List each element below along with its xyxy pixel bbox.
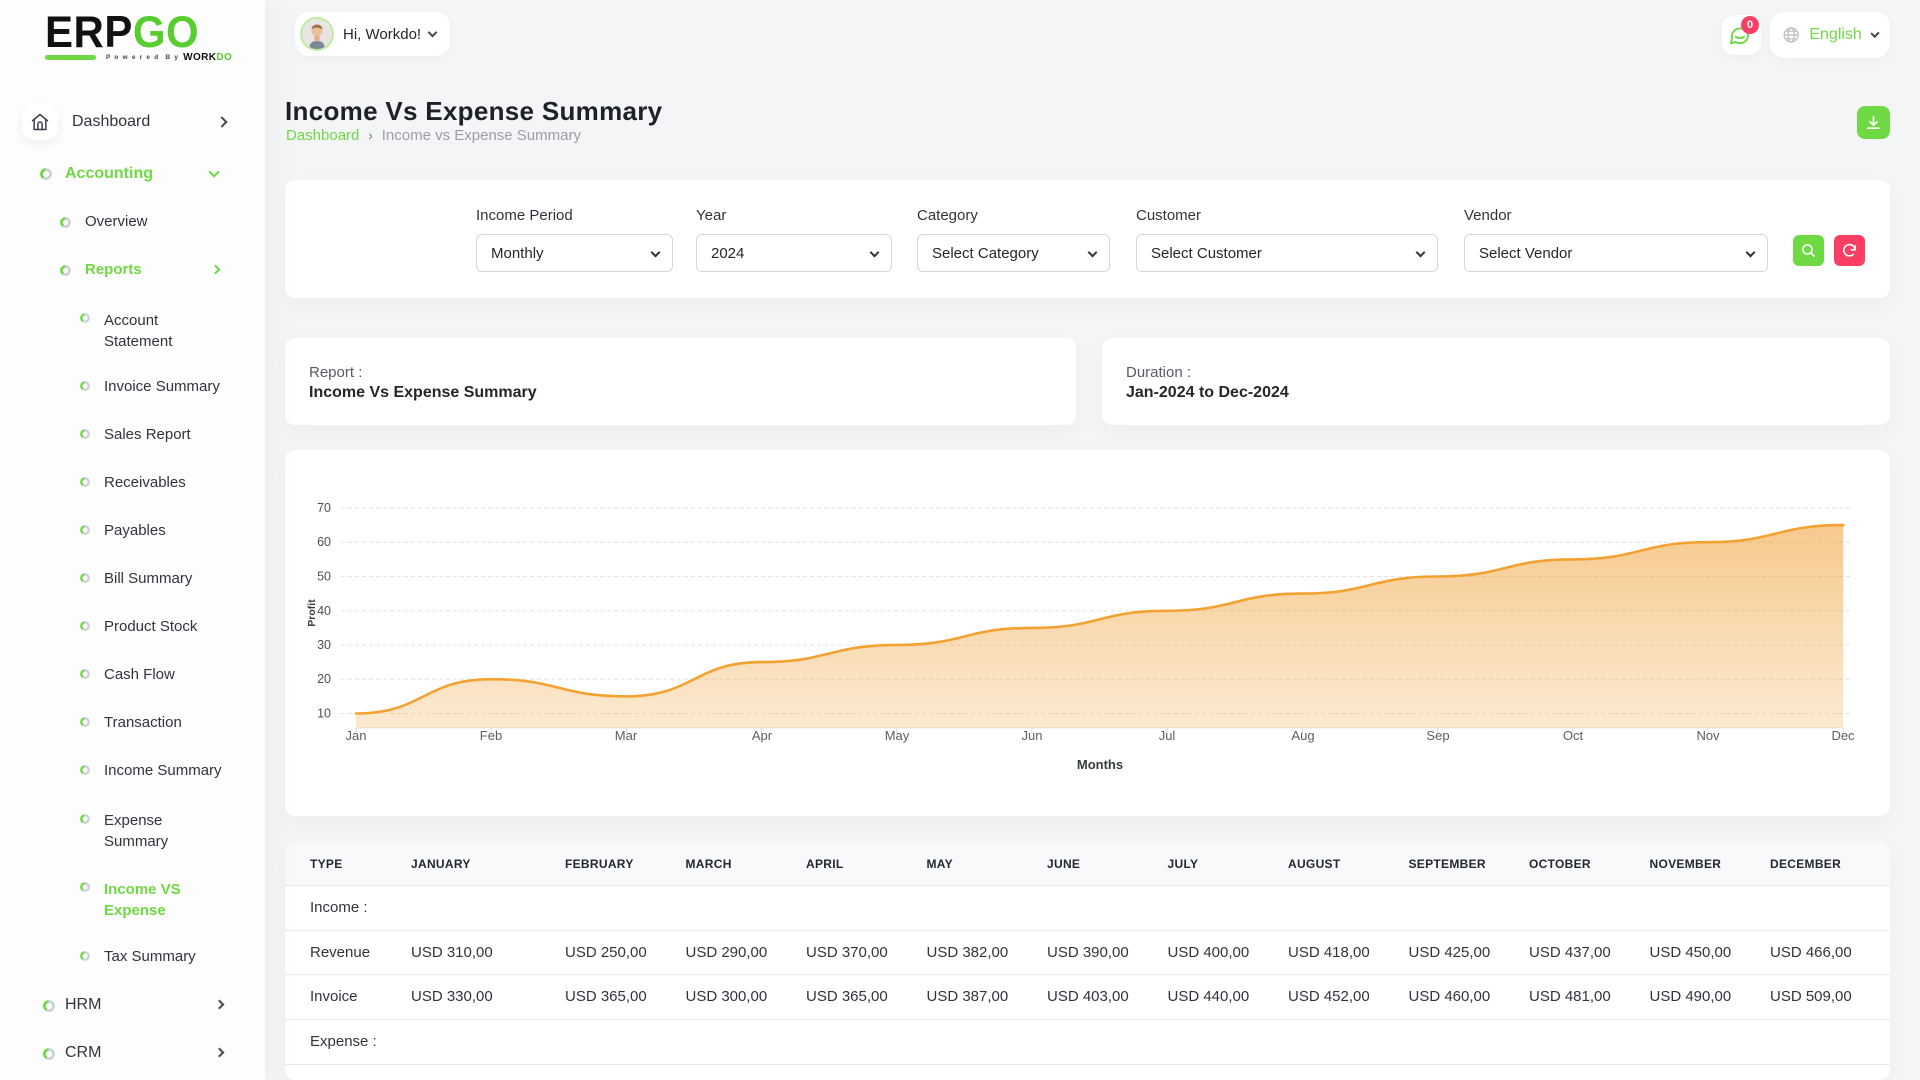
- svg-text:Apr: Apr: [752, 728, 773, 743]
- svg-text:30: 30: [317, 638, 331, 652]
- svg-text:Feb: Feb: [480, 728, 502, 743]
- svg-text:Profit: Profit: [306, 599, 318, 627]
- svg-text:Jul: Jul: [1159, 728, 1176, 743]
- svg-text:20: 20: [317, 672, 331, 686]
- svg-text:Sep: Sep: [1426, 728, 1449, 743]
- svg-text:50: 50: [317, 570, 331, 584]
- svg-text:70: 70: [317, 501, 331, 515]
- svg-text:Nov: Nov: [1696, 728, 1720, 743]
- svg-text:Mar: Mar: [615, 728, 638, 743]
- svg-text:40: 40: [317, 604, 331, 618]
- svg-text:10: 10: [317, 707, 331, 721]
- svg-text:Aug: Aug: [1291, 728, 1314, 743]
- svg-text:Jun: Jun: [1022, 728, 1043, 743]
- svg-text:60: 60: [317, 535, 331, 549]
- svg-text:Dec: Dec: [1831, 728, 1855, 743]
- svg-text:Oct: Oct: [1563, 728, 1584, 743]
- svg-text:May: May: [885, 728, 910, 743]
- svg-text:Jan: Jan: [346, 728, 367, 743]
- svg-text:Months: Months: [1077, 757, 1123, 772]
